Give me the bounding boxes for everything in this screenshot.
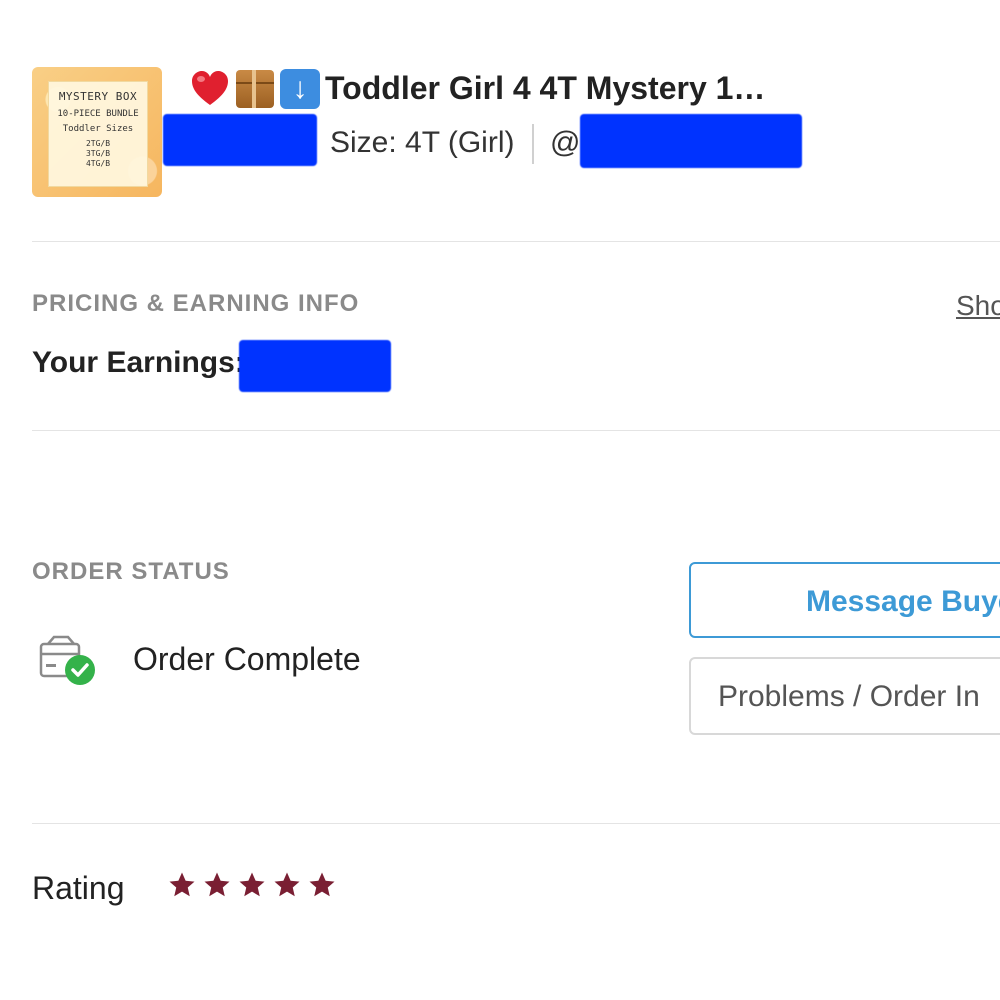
star-icon: [274, 872, 300, 897]
thumbnail-line-3: Toddler Sizes: [62, 124, 134, 134]
redacted-brand: [163, 114, 317, 166]
show-details-link[interactable]: Sho: [956, 290, 1000, 322]
item-title[interactable]: Toddler Girl 4 4T Mystery 1…: [325, 70, 765, 107]
divider: [32, 430, 1000, 431]
down-arrow-icon: ↓: [280, 69, 320, 109]
rating-stars: [167, 870, 337, 900]
item-thumbnail[interactable]: MYSTERY BOX 10-PIECE BUNDLE Toddler Size…: [32, 67, 162, 197]
star-icon: [169, 872, 195, 897]
divider: [32, 823, 1000, 824]
title-emoji-row: ↓: [190, 68, 320, 110]
divider: [32, 241, 1000, 242]
thumbnail-line-5: 3TG/B: [85, 149, 111, 158]
item-size: Size: 4T (Girl): [330, 126, 515, 159]
size-divider: [532, 124, 534, 164]
pricing-section-label: PRICING & EARNING INFO: [32, 290, 360, 317]
order-status-section-label: ORDER STATUS: [32, 558, 230, 585]
redacted-earnings-value: [239, 340, 391, 392]
rating-label: Rating: [32, 870, 125, 906]
star-icon: [239, 872, 265, 897]
star-icon: [309, 872, 335, 897]
star-icon: [204, 872, 230, 897]
seller-handle-prefix: @: [550, 126, 581, 159]
message-buyer-button[interactable]: Message Buye: [689, 562, 1000, 638]
heart-icon: [192, 71, 228, 105]
redacted-seller-handle: [580, 114, 802, 168]
thumbnail-card: MYSTERY BOX 10-PIECE BUNDLE Toddler Size…: [48, 81, 148, 187]
thumbnail-line-2: 10-PIECE BUNDLE: [57, 109, 139, 119]
earnings-label: Your Earnings:: [32, 346, 245, 379]
thumbnail-line-4: 2TG/B: [85, 139, 111, 148]
thumbnail-line-6: 4TG/B: [85, 159, 111, 168]
package-icon: [236, 70, 274, 108]
thumbnail-line-1: MYSTERY BOX: [58, 90, 138, 103]
order-status-text: Order Complete: [133, 641, 361, 677]
problems-order-inquiry-button[interactable]: Problems / Order In: [689, 657, 1000, 735]
thumbnail-sizes: 2TG/B 3TG/B 4TG/B: [49, 139, 147, 169]
package-check-icon: [39, 635, 95, 685]
